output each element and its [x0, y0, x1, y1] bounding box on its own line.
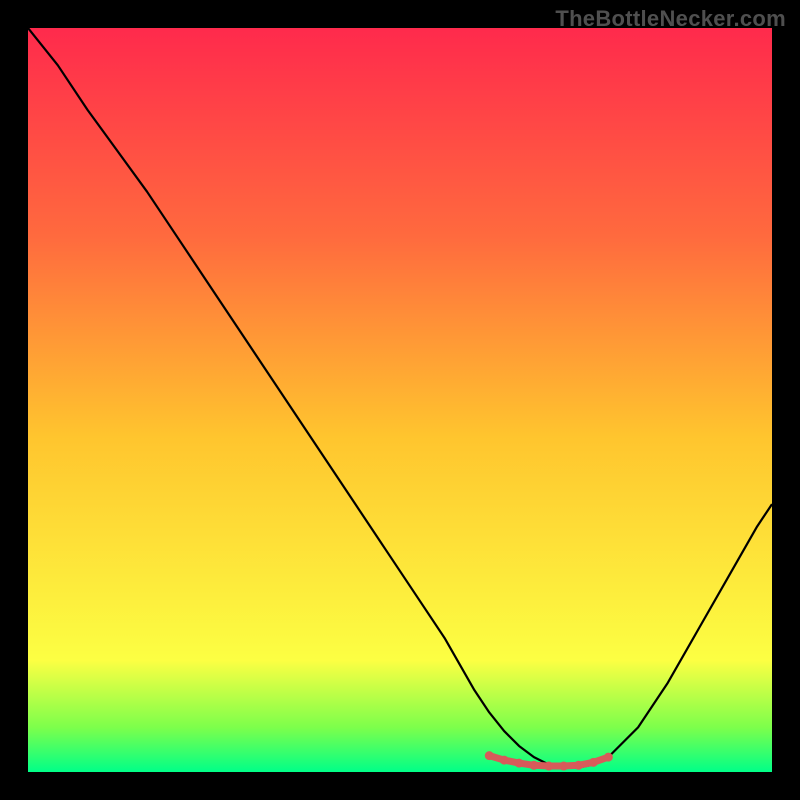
bottleneck-chart-svg — [28, 28, 772, 772]
optimal-range-marker — [544, 762, 553, 771]
watermark-text: TheBottleNecker.com — [555, 6, 786, 32]
optimal-range-marker — [604, 753, 613, 762]
optimal-range-marker — [589, 758, 598, 767]
optimal-range-marker — [515, 759, 524, 768]
gradient-background — [28, 28, 772, 772]
optimal-range-marker — [500, 756, 509, 765]
optimal-range-marker — [485, 751, 494, 760]
optimal-range-marker — [574, 761, 583, 770]
chart-frame: TheBottleNecker.com — [0, 0, 800, 800]
plot-area — [28, 28, 772, 772]
optimal-range-marker — [559, 762, 568, 771]
optimal-range-marker — [529, 761, 538, 770]
